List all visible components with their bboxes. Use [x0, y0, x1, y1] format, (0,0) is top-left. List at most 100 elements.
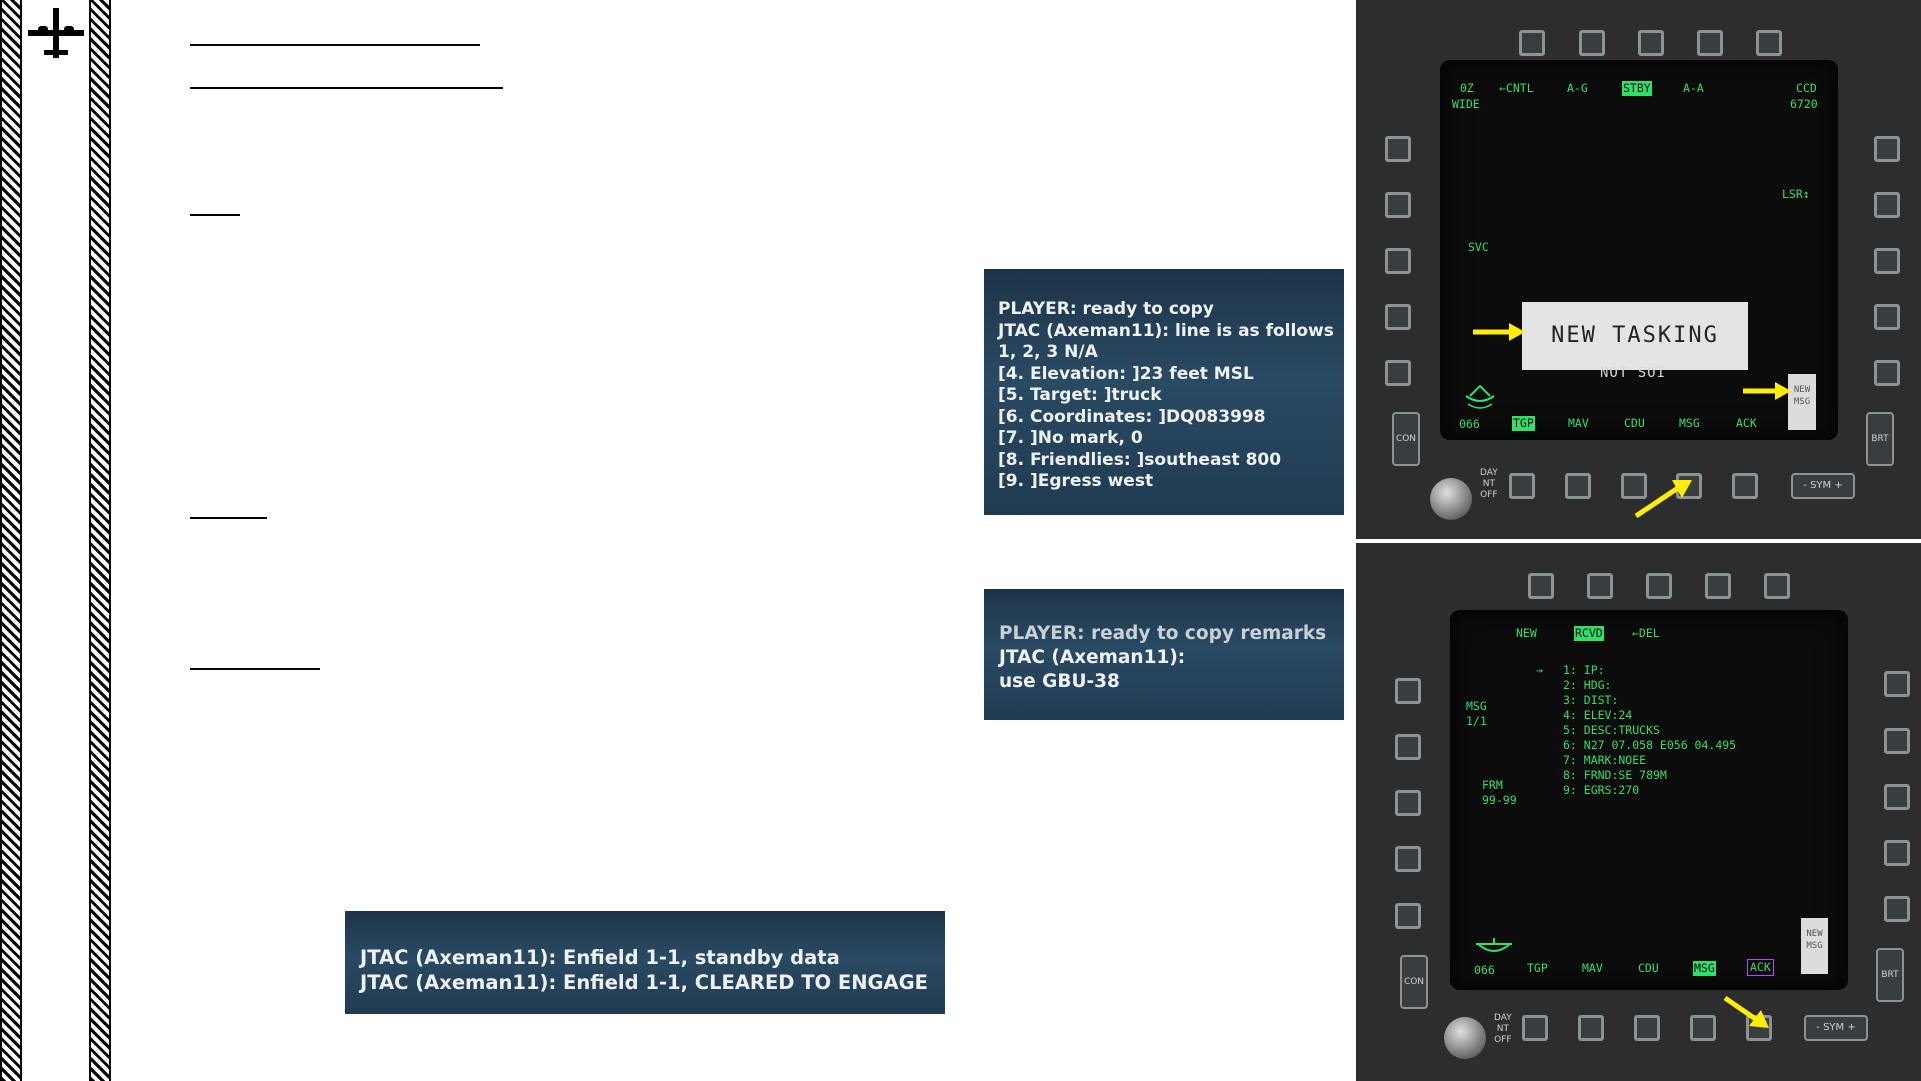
- del-label[interactable]: ←DEL: [1632, 626, 1660, 641]
- left-hatch-border: [0, 0, 22, 1081]
- osb-left-1[interactable]: [1395, 678, 1421, 704]
- tgp-label[interactable]: TGP: [1527, 961, 1548, 976]
- osb-left-2[interactable]: [1395, 734, 1421, 760]
- osb-right-5[interactable]: [1884, 896, 1910, 922]
- osb-left-1[interactable]: [1385, 136, 1411, 162]
- ack-label[interactable]: ACK: [1747, 959, 1774, 976]
- heading-value: 066: [1474, 963, 1495, 977]
- chat-line: JTAC (Axeman11):: [999, 647, 1186, 668]
- msg-label[interactable]: MSG: [1679, 416, 1700, 431]
- chat-line: JTAC (Axeman11): Enfield 1-1, standby da…: [360, 946, 840, 969]
- osb-left-3[interactable]: [1395, 790, 1421, 816]
- heading-underline-2: [190, 87, 503, 89]
- sym-rocker[interactable]: - SYM +: [1791, 473, 1855, 499]
- message-line: 1: IP:: [1563, 663, 1605, 677]
- osb-right-4[interactable]: [1884, 840, 1910, 866]
- brt-rocker[interactable]: BRT: [1866, 412, 1894, 466]
- nt-label: NT: [1496, 1024, 1509, 1034]
- zoom-label: 0Z: [1460, 81, 1474, 95]
- msg-label[interactable]: MSG: [1693, 961, 1716, 976]
- day-night-knob[interactable]: [1444, 1017, 1486, 1059]
- osb-right-1[interactable]: [1874, 136, 1900, 162]
- new-text: NEW: [1793, 385, 1811, 395]
- cntl-label[interactable]: ←CNTL: [1499, 81, 1534, 96]
- osb-left-4[interactable]: [1395, 846, 1421, 872]
- osb-top-4[interactable]: [1705, 573, 1731, 599]
- heading-indicator-icon: [1476, 938, 1512, 952]
- osb-top-1[interactable]: [1519, 30, 1545, 56]
- chat-line: PLAYER: ready to copy remarks: [999, 623, 1327, 644]
- osb-top-3[interactable]: [1646, 573, 1672, 599]
- osb-left-5[interactable]: [1395, 903, 1421, 929]
- osb-bottom-tgp[interactable]: [1522, 1015, 1548, 1041]
- osb-bottom-cdu[interactable]: [1634, 1015, 1660, 1041]
- message-line: 4: ELEV:24: [1563, 708, 1633, 722]
- tgp-label[interactable]: TGP: [1512, 416, 1535, 431]
- osb-left-4[interactable]: [1385, 304, 1411, 330]
- osb-top-2[interactable]: [1587, 573, 1613, 599]
- mav-label[interactable]: MAV: [1568, 416, 1589, 431]
- msg-text: MSG: [1806, 941, 1823, 951]
- mav-label[interactable]: MAV: [1582, 961, 1603, 976]
- con-rocker[interactable]: CON: [1400, 955, 1428, 1009]
- off-label: OFF: [1494, 1035, 1512, 1045]
- osb-right-2[interactable]: [1884, 728, 1910, 754]
- osb-bottom-tgp[interactable]: [1509, 473, 1535, 499]
- osb-top-2[interactable]: [1579, 30, 1605, 56]
- chat-line: [5. Target: ]truck: [998, 385, 1162, 405]
- section-underline-3: [190, 668, 320, 670]
- new-msg-label[interactable]: NEW MSG: [1788, 374, 1816, 430]
- osb-top-5[interactable]: [1756, 30, 1782, 56]
- chat-line: [9. ]Egress west: [998, 471, 1154, 491]
- chat-line: [8. Friendlies: ]southeast 800: [998, 449, 1282, 470]
- svc-label[interactable]: SVC: [1468, 240, 1489, 255]
- arrow-to-ack-osb-icon: [1723, 996, 1769, 1028]
- osb-right-2[interactable]: [1874, 192, 1900, 218]
- message-line: 2: HDG:: [1563, 678, 1612, 692]
- aa-label[interactable]: A-A: [1683, 81, 1704, 96]
- ack-label[interactable]: ACK: [1736, 416, 1757, 431]
- osb-right-1[interactable]: [1884, 671, 1910, 697]
- off-label: OFF: [1480, 490, 1498, 500]
- day-night-knob[interactable]: [1430, 478, 1472, 520]
- osb-right-4[interactable]: [1874, 304, 1900, 330]
- lsr-label[interactable]: LSR↕: [1782, 187, 1810, 202]
- osb-bottom-msg[interactable]: [1690, 1015, 1716, 1041]
- message-line: 5: DESC:TRUCKS: [1563, 723, 1660, 737]
- ag-label[interactable]: A-G: [1567, 81, 1588, 96]
- ccd-value: 6720: [1790, 97, 1818, 111]
- new-msg-label[interactable]: NEW MSG: [1801, 918, 1828, 974]
- chat-line: [7. ]No mark, 0: [998, 428, 1143, 448]
- osb-right-3[interactable]: [1874, 248, 1900, 274]
- osb-top-5[interactable]: [1764, 573, 1790, 599]
- osb-bottom-ack[interactable]: [1732, 473, 1758, 499]
- osb-bottom-mav[interactable]: [1565, 473, 1591, 499]
- cleared-chat-box: JTAC (Axeman11): Enfield 1-1, standby da…: [345, 911, 945, 1014]
- osb-left-5[interactable]: [1385, 360, 1411, 386]
- new-label[interactable]: NEW: [1516, 626, 1537, 641]
- osb-top-4[interactable]: [1697, 30, 1723, 56]
- nine-line-chat-box: PLAYER: ready to copy JTAC (Axeman11): l…: [984, 269, 1344, 515]
- msg-count-label: MSG 1/1: [1466, 699, 1487, 729]
- osb-left-3[interactable]: [1385, 248, 1411, 274]
- brt-rocker[interactable]: BRT: [1876, 948, 1904, 1002]
- mfd-bottom-panel: DAY NT OFF - SYM + CON BRT: [1356, 543, 1921, 1081]
- osb-right-5[interactable]: [1874, 360, 1900, 386]
- not-soi-label: NOT SOI: [1600, 365, 1667, 381]
- stby-label[interactable]: STBY: [1622, 81, 1652, 96]
- ccd-label: CCD: [1796, 81, 1817, 95]
- rcvd-label[interactable]: RCVD: [1574, 626, 1604, 641]
- cdu-label[interactable]: CDU: [1638, 961, 1659, 976]
- cdu-label[interactable]: CDU: [1624, 416, 1645, 431]
- con-rocker[interactable]: CON: [1392, 412, 1420, 466]
- chat-line: [6. Coordinates: ]DQ083998: [998, 406, 1266, 427]
- right-hatch-border: [89, 0, 111, 1081]
- sym-rocker[interactable]: - SYM +: [1804, 1015, 1868, 1041]
- frm-text: FRM: [1482, 778, 1503, 792]
- osb-left-2[interactable]: [1385, 192, 1411, 218]
- zoom-mode-label: WIDE: [1452, 97, 1480, 111]
- osb-top-3[interactable]: [1638, 30, 1664, 56]
- osb-right-3[interactable]: [1884, 784, 1910, 810]
- osb-top-1[interactable]: [1528, 573, 1554, 599]
- osb-bottom-mav[interactable]: [1578, 1015, 1604, 1041]
